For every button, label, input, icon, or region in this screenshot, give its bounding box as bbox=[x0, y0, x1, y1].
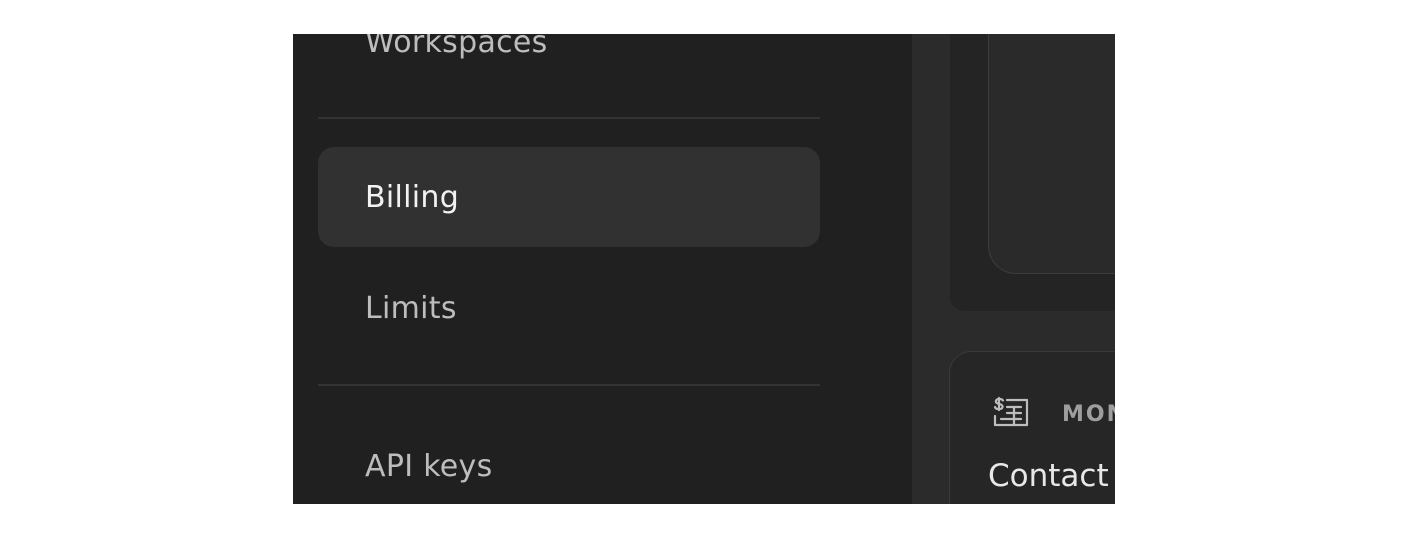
top-panel-inner-card bbox=[988, 34, 1115, 274]
sidebar-item-api-keys[interactable]: API keys bbox=[318, 416, 820, 504]
sidebar-item-label: Billing bbox=[365, 179, 460, 215]
sidebar-item-label: Limits bbox=[365, 290, 457, 326]
sidebar-item-limits[interactable]: Limits bbox=[318, 258, 820, 358]
sidebar-item-billing[interactable]: Billing bbox=[318, 147, 820, 247]
card-heading: MON bbox=[1062, 402, 1115, 427]
sidebar-divider bbox=[318, 117, 820, 119]
sidebar-item-label: API keys bbox=[365, 448, 493, 484]
app-viewport: Workspaces Billing Limits API keys MO Co… bbox=[293, 34, 1115, 504]
sidebar-divider bbox=[318, 384, 820, 386]
sidebar-item-workspaces[interactable]: Workspaces bbox=[318, 34, 820, 92]
settings-sidebar: Workspaces Billing Limits API keys bbox=[293, 34, 912, 504]
monthly-card: MON Contact bbox=[949, 351, 1115, 504]
card-text: Contact bbox=[988, 458, 1109, 494]
main-content: MON Contact bbox=[912, 34, 1115, 504]
top-panel bbox=[950, 34, 1115, 311]
sidebar-item-label: Workspaces bbox=[365, 34, 548, 60]
receipt-list-icon bbox=[990, 394, 1030, 428]
